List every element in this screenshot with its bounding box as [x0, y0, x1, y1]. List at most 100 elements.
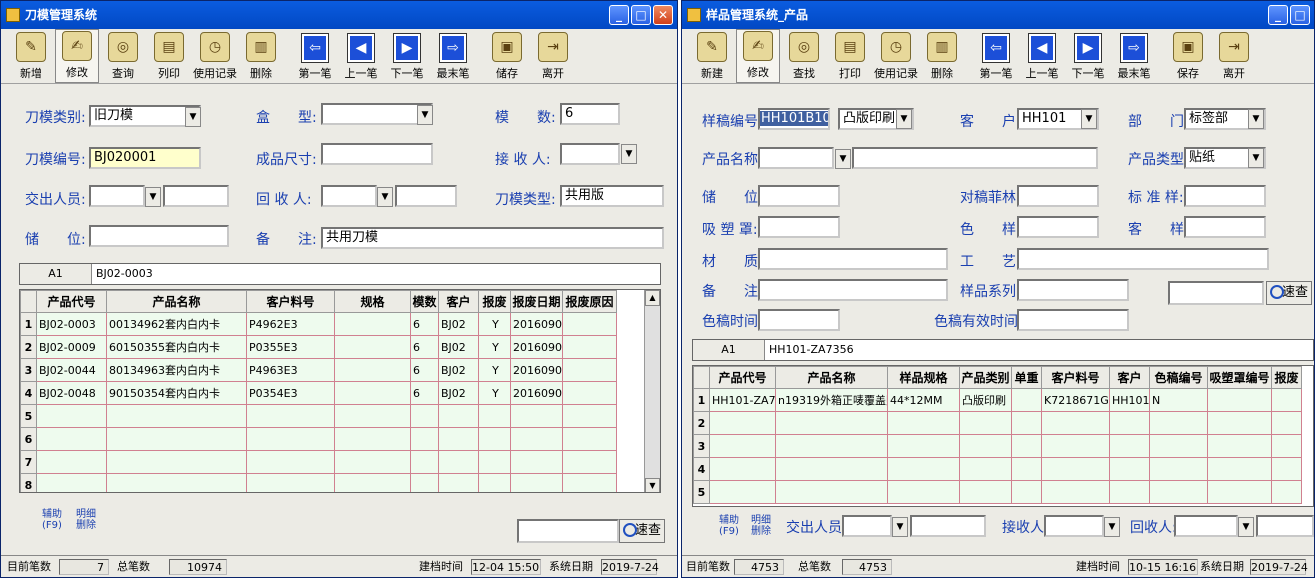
- table-cell[interactable]: 20160906: [510, 358, 563, 382]
- table-cell[interactable]: 6: [410, 381, 439, 405]
- table-cell[interactable]: [1041, 480, 1110, 504]
- table-cell[interactable]: K7218671G: [1041, 388, 1110, 412]
- query-button[interactable]: ◎ 查询: [101, 29, 145, 83]
- table-cell[interactable]: [334, 427, 411, 451]
- chevron-down-icon[interactable]: ▼: [1081, 109, 1097, 129]
- table-cell[interactable]: BJ02: [438, 312, 479, 336]
- table-cell[interactable]: BJ02: [438, 381, 479, 405]
- receiver-select[interactable]: [560, 143, 620, 165]
- next-record-button[interactable]: ▶ 下一笔: [1066, 29, 1110, 83]
- quick-search-button[interactable]: 速查: [619, 519, 665, 543]
- table-cell[interactable]: [510, 473, 563, 492]
- table-row[interactable]: 1HH101-ZA7356n19319外箱正唛覆盖贴纸44*12MM凸版印刷 K7…: [693, 388, 1302, 412]
- table-cell[interactable]: 凸版印刷: [959, 388, 1012, 412]
- column-header[interactable]: 报废原因: [562, 290, 617, 313]
- close-button[interactable]: ✕: [653, 5, 673, 25]
- color-valid-time-field[interactable]: [1017, 309, 1129, 331]
- minimize-button[interactable]: _: [609, 5, 629, 25]
- table-cell[interactable]: [1207, 457, 1272, 481]
- maximize-button[interactable]: □: [631, 5, 651, 25]
- vertical-scrollbar[interactable]: ▲ ▼: [644, 290, 660, 492]
- table-cell[interactable]: [1207, 434, 1272, 458]
- table-cell[interactable]: 6: [410, 358, 439, 382]
- new-button[interactable]: ✎ 新建: [690, 29, 734, 83]
- table-cell[interactable]: [1149, 411, 1208, 435]
- print-button[interactable]: ▤ 列印: [147, 29, 191, 83]
- table-cell[interactable]: [410, 427, 439, 451]
- table-cell[interactable]: [1109, 411, 1150, 435]
- table-cell[interactable]: [709, 457, 776, 481]
- table-cell[interactable]: 6: [410, 335, 439, 359]
- quick-search-button[interactable]: 速查: [1266, 281, 1312, 305]
- column-header[interactable]: 报废日期: [510, 290, 563, 313]
- table-cell[interactable]: [1011, 434, 1042, 458]
- table-cell[interactable]: [562, 312, 617, 336]
- chevron-down-icon[interactable]: ▼: [377, 187, 393, 207]
- table-cell[interactable]: [334, 404, 411, 428]
- table-cell[interactable]: [36, 473, 107, 492]
- table-cell[interactable]: [1041, 434, 1110, 458]
- table-cell[interactable]: 60150355套内白内卡: [106, 335, 247, 359]
- table-cell[interactable]: [562, 473, 617, 492]
- table-cell[interactable]: [959, 480, 1012, 504]
- blister-field[interactable]: [758, 216, 840, 238]
- recycler-select[interactable]: [1174, 515, 1238, 537]
- table-cell[interactable]: BJ02: [438, 358, 479, 382]
- chevron-down-icon[interactable]: ▼: [1238, 517, 1254, 537]
- table-cell[interactable]: [562, 404, 617, 428]
- table-cell[interactable]: [438, 427, 479, 451]
- column-header[interactable]: 客户: [438, 290, 479, 313]
- table-cell[interactable]: [959, 457, 1012, 481]
- table-cell[interactable]: [1271, 480, 1302, 504]
- chevron-down-icon[interactable]: ▼: [896, 109, 912, 129]
- table-cell[interactable]: [1149, 480, 1208, 504]
- table-cell[interactable]: [334, 473, 411, 492]
- table-cell[interactable]: [775, 411, 888, 435]
- table-cell[interactable]: [334, 358, 411, 382]
- table-cell[interactable]: [438, 450, 479, 474]
- detail-delete-button[interactable]: 明细 删除: [75, 509, 97, 531]
- product-name-select[interactable]: [758, 147, 834, 169]
- table-cell[interactable]: P0355E3: [246, 335, 335, 359]
- mold-kind-field[interactable]: 共用版: [560, 185, 664, 207]
- column-header[interactable]: 产品代号: [709, 366, 776, 389]
- customer-sample-field[interactable]: [1184, 216, 1266, 238]
- table-cell[interactable]: BJ02-0044: [36, 358, 107, 382]
- table-cell[interactable]: [1011, 457, 1042, 481]
- quick-search-input[interactable]: [517, 519, 619, 543]
- chevron-down-icon[interactable]: ▼: [185, 107, 201, 127]
- table-cell[interactable]: [36, 404, 107, 428]
- storage-field[interactable]: [89, 225, 229, 247]
- delete-button[interactable]: ▥ 删除: [920, 29, 964, 83]
- table-cell[interactable]: [709, 480, 776, 504]
- table-cell[interactable]: 90150354套内白内卡: [106, 381, 247, 405]
- table-cell[interactable]: [1041, 411, 1110, 435]
- table-cell[interactable]: [1011, 411, 1042, 435]
- table-cell[interactable]: [106, 404, 247, 428]
- table-cell[interactable]: BJ02-0048: [36, 381, 107, 405]
- table-cell[interactable]: [478, 473, 511, 492]
- column-header[interactable]: 客户料号: [246, 290, 335, 313]
- color-sample-field[interactable]: [1017, 216, 1099, 238]
- table-cell[interactable]: HH101: [1109, 388, 1150, 412]
- first-record-button[interactable]: ⇦ 第一笔: [293, 29, 337, 83]
- table-cell[interactable]: [510, 450, 563, 474]
- column-header[interactable]: 模数: [410, 290, 439, 313]
- craft-field[interactable]: [1017, 248, 1269, 270]
- table-cell[interactable]: [775, 480, 888, 504]
- table-cell[interactable]: HH101-ZA7356: [709, 388, 776, 412]
- column-header[interactable]: 单重: [1011, 366, 1042, 389]
- remark-field[interactable]: [758, 279, 948, 301]
- product-grid[interactable]: 产品代号 产品名称 客户料号 规格 模数 客户 报废 报废日期 报废原因 1 BJ02-0003 00…: [19, 289, 661, 493]
- table-cell[interactable]: N: [1149, 388, 1208, 412]
- table-cell[interactable]: [246, 427, 335, 451]
- table-cell[interactable]: 20160906: [510, 335, 563, 359]
- table-cell[interactable]: [887, 480, 960, 504]
- storage-field[interactable]: [758, 185, 840, 207]
- table-cell[interactable]: [246, 404, 335, 428]
- table-cell[interactable]: [36, 427, 107, 451]
- table-row[interactable]: 2 BJ02-0009 60150355套内白内卡 P0355E3 6 BJ02 Y 2016…: [20, 335, 617, 359]
- usage-log-button[interactable]: ◷ 使用记录: [193, 29, 237, 83]
- table-cell[interactable]: [1109, 480, 1150, 504]
- table-row[interactable]: 4: [693, 457, 1302, 481]
